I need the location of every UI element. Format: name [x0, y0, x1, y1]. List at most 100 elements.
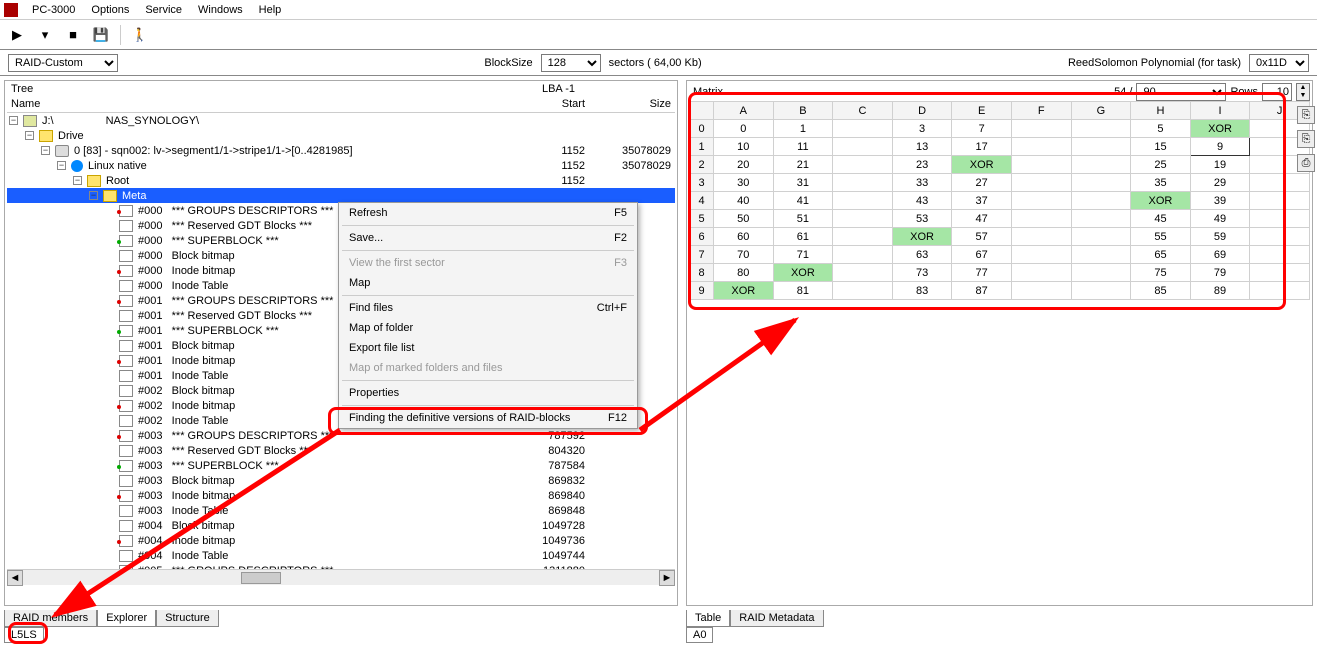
tree-row[interactable]: #003 *** GROUPS DESCRIPTORS ***787592 — [7, 428, 675, 443]
matrix-col-header[interactable]: I — [1190, 102, 1250, 120]
matrix-cell[interactable] — [1071, 264, 1131, 282]
matrix-cell[interactable] — [833, 138, 893, 156]
matrix-cell[interactable]: 20 — [714, 156, 774, 174]
tree-row[interactable]: −J:\ NAS_SYNOLOGY\ — [7, 113, 675, 128]
matrix-cell[interactable]: 63 — [892, 246, 952, 264]
rows-input[interactable] — [1262, 83, 1292, 101]
matrix-cell[interactable]: 19 — [1190, 156, 1250, 174]
matrix-cell[interactable] — [1011, 246, 1071, 264]
menu-item[interactable]: Find filesCtrl+F — [339, 298, 637, 318]
matrix-row-header[interactable]: 0 — [690, 120, 714, 138]
matrix-cell[interactable]: 89 — [1190, 282, 1250, 300]
matrix-cell[interactable] — [1071, 174, 1131, 192]
side-btn-2[interactable]: ⎘ — [1297, 130, 1315, 148]
matrix-col-header[interactable]: H — [1131, 102, 1191, 120]
matrix-row-header[interactable]: 1 — [690, 138, 714, 156]
matrix-cell[interactable] — [1250, 174, 1310, 192]
scroll-right-icon[interactable]: ► — [659, 570, 675, 586]
matrix-col-header[interactable]: D — [892, 102, 952, 120]
matrix-cell[interactable]: 41 — [773, 192, 833, 210]
rows-spinner[interactable]: ▲▼ — [1296, 83, 1310, 101]
rs-select[interactable]: 0x11D — [1249, 54, 1309, 72]
matrix-cell[interactable]: 9 — [1190, 138, 1250, 156]
matrix-row-header[interactable]: 5 — [690, 210, 714, 228]
tab-raid-members[interactable]: RAID members — [4, 610, 97, 627]
matrix-cell[interactable]: 79 — [1190, 264, 1250, 282]
matrix-cell[interactable]: 65 — [1131, 246, 1191, 264]
matrix-cell[interactable]: 73 — [892, 264, 952, 282]
matrix-cell[interactable]: XOR — [714, 282, 774, 300]
tree-row[interactable]: −Meta — [7, 188, 675, 203]
matrix-cell[interactable] — [1071, 120, 1131, 138]
tree-row[interactable]: −Root1152 — [7, 173, 675, 188]
matrix-cell[interactable] — [833, 282, 893, 300]
matrix-col-header[interactable]: C — [833, 102, 893, 120]
matrix-cell[interactable] — [833, 174, 893, 192]
col-start[interactable]: Start — [495, 98, 595, 110]
matrix-cell[interactable] — [833, 210, 893, 228]
matrix-cell[interactable]: 27 — [952, 174, 1012, 192]
side-btn-1[interactable]: ⎘ — [1297, 106, 1315, 124]
matrix-cell[interactable]: 29 — [1190, 174, 1250, 192]
matrix-cell[interactable]: XOR — [952, 156, 1012, 174]
blocksize-select[interactable]: 128 — [541, 54, 601, 72]
matrix-cell[interactable]: 53 — [892, 210, 952, 228]
matrix-cell[interactable] — [1011, 264, 1071, 282]
menu-service[interactable]: Service — [137, 2, 190, 18]
matrix-cell[interactable]: 85 — [1131, 282, 1191, 300]
stop-button[interactable]: ■ — [64, 26, 82, 44]
matrix-cell[interactable]: 61 — [773, 228, 833, 246]
matrix-cell[interactable] — [1011, 192, 1071, 210]
col-size[interactable]: Size — [595, 98, 675, 110]
matrix-row-header[interactable]: 2 — [690, 156, 714, 174]
matrix-row-header[interactable]: 6 — [690, 228, 714, 246]
matrix-cell[interactable]: 69 — [1190, 246, 1250, 264]
matrix-cell[interactable] — [1071, 192, 1131, 210]
matrix-cell[interactable] — [1250, 264, 1310, 282]
matrix-cell[interactable]: 75 — [1131, 264, 1191, 282]
side-btn-3[interactable]: ⎙ — [1297, 154, 1315, 172]
matrix-col-header[interactable] — [690, 102, 714, 120]
matrix-cell[interactable]: 83 — [892, 282, 952, 300]
tree-row[interactable]: #003 Block bitmap869832 — [7, 473, 675, 488]
tab-structure[interactable]: Structure — [156, 610, 219, 627]
matrix-cell[interactable]: 51 — [773, 210, 833, 228]
matrix-cell[interactable]: 35 — [1131, 174, 1191, 192]
matrix-cell[interactable]: 59 — [1190, 228, 1250, 246]
matrix-cell[interactable]: 23 — [892, 156, 952, 174]
expand-icon[interactable]: − — [57, 161, 66, 170]
matrix-cell[interactable] — [833, 156, 893, 174]
tree-row[interactable]: −Drive — [7, 128, 675, 143]
matrix-cell[interactable]: 13 — [892, 138, 952, 156]
expand-icon[interactable]: − — [73, 176, 82, 185]
matrix-cell[interactable] — [1011, 282, 1071, 300]
expand-icon[interactable]: − — [9, 116, 18, 125]
matrix-cell[interactable]: 49 — [1190, 210, 1250, 228]
matrix-cell[interactable]: 30 — [714, 174, 774, 192]
save-button[interactable]: 💾 — [92, 26, 110, 44]
matrix-row-header[interactable]: 8 — [690, 264, 714, 282]
menu-item[interactable]: Finding the definitive versions of RAID-… — [339, 408, 637, 428]
matrix-cell[interactable] — [1071, 228, 1131, 246]
matrix-cell[interactable]: 39 — [1190, 192, 1250, 210]
tab-raid-metadata[interactable]: RAID Metadata — [730, 610, 823, 627]
matrix-cell[interactable]: 1 — [773, 120, 833, 138]
matrix-cell[interactable]: 43 — [892, 192, 952, 210]
menu-item[interactable]: Map of folder — [339, 318, 637, 338]
matrix-cell[interactable]: XOR — [1190, 120, 1250, 138]
expand-icon[interactable]: − — [25, 131, 34, 140]
matrix-cell[interactable]: 25 — [1131, 156, 1191, 174]
exit-button[interactable]: 🚶 — [131, 26, 149, 44]
matrix-cell[interactable] — [1011, 156, 1071, 174]
matrix-total-select[interactable]: 90 — [1136, 83, 1226, 101]
matrix-cell[interactable] — [1250, 228, 1310, 246]
matrix-cell[interactable] — [1011, 174, 1071, 192]
scroll-left-icon[interactable]: ◄ — [7, 570, 23, 586]
menu-help[interactable]: Help — [251, 2, 290, 18]
matrix-cell[interactable]: 21 — [773, 156, 833, 174]
h-scrollbar[interactable]: ◄ ► — [7, 569, 675, 585]
matrix-cell[interactable]: 3 — [892, 120, 952, 138]
matrix-cell[interactable]: 47 — [952, 210, 1012, 228]
matrix-cell[interactable] — [1011, 210, 1071, 228]
matrix-cell[interactable]: 87 — [952, 282, 1012, 300]
